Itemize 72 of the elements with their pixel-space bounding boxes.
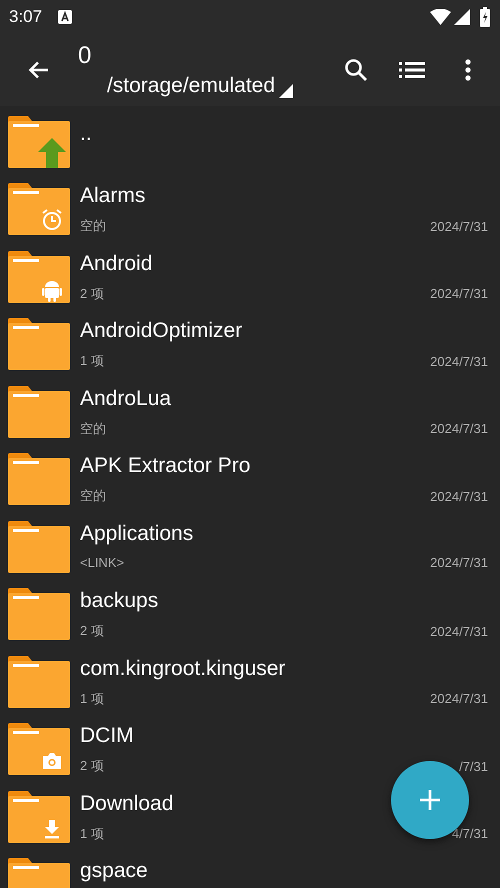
- camera-icon: [43, 753, 61, 769]
- file-name: ..: [80, 122, 92, 146]
- folder-icon: [8, 588, 70, 640]
- file-row[interactable]: Download 1 项 4/7/31: [0, 786, 500, 853]
- file-row[interactable]: AndroidOptimizer 1 项 2024/7/31: [0, 313, 500, 380]
- alarm-clock-icon: [42, 209, 62, 230]
- file-name: gspace: [80, 859, 148, 883]
- modified-date: 2024/7/31: [430, 354, 488, 368]
- search-icon: [344, 58, 368, 82]
- file-row[interactable]: Applications <LINK> 2024/7/31: [0, 516, 500, 583]
- folder-icon: [8, 520, 70, 572]
- file-row[interactable]: Alarms 空的 2024/7/31: [0, 178, 500, 246]
- file-name: AndroidOptimizer: [80, 319, 242, 343]
- file-name: Applications: [80, 522, 194, 546]
- notification-icon: [58, 10, 72, 24]
- folder-icon: [8, 790, 70, 842]
- folder-icon: [8, 386, 70, 438]
- dropdown-triangle-icon: [279, 84, 294, 98]
- battery-icon: [480, 7, 490, 27]
- file-name: APK Extractor Pro: [80, 454, 250, 478]
- file-name: Alarms: [80, 184, 146, 208]
- file-row[interactable]: backups 2 项 2024/7/31: [0, 583, 500, 650]
- signal-icon: [454, 9, 470, 25]
- item-count: 2 项: [80, 284, 104, 302]
- folder-icon: [8, 250, 70, 302]
- file-row[interactable]: APK Extractor Pro 空的 2024/7/31: [0, 448, 500, 516]
- modified-date: 2024/7/31: [430, 554, 488, 570]
- item-count: 2 项: [80, 622, 104, 640]
- file-row[interactable]: AndroLua 空的 2024/7/31: [0, 380, 500, 448]
- android-icon: [42, 280, 62, 302]
- file-name: Download: [80, 792, 174, 816]
- modified-date: 2024/7/31: [430, 421, 488, 436]
- item-count: 空的: [80, 420, 106, 438]
- item-count: 空的: [80, 487, 106, 505]
- folder-icon: [8, 453, 70, 505]
- status-time: 3:07: [9, 7, 42, 27]
- item-count: <LINK>: [80, 554, 124, 570]
- plus-icon: [420, 790, 440, 810]
- modified-date: 2024/7/31: [430, 488, 488, 504]
- folder-icon: [8, 656, 70, 708]
- folder-icon: [8, 723, 70, 775]
- folder-icon: [8, 183, 70, 235]
- file-row[interactable]: DCIM 2 项 /7/31: [0, 718, 500, 786]
- path-dropdown[interactable]: /storage/emulated: [78, 74, 322, 98]
- file-name: com.kingroot.kinguser: [80, 656, 286, 680]
- file-row[interactable]: gspace: [0, 853, 500, 888]
- modified-date: 4/7/31: [452, 826, 488, 841]
- list-icon: [399, 61, 425, 79]
- download-icon: [45, 820, 59, 838]
- file-name: DCIM: [80, 724, 134, 748]
- modified-date: /7/31: [459, 758, 488, 774]
- wifi-icon: [430, 9, 451, 25]
- up-arrow-icon: [38, 138, 66, 168]
- folder-icon: [8, 318, 70, 370]
- more-options-icon: [465, 59, 471, 81]
- modified-date: 2024/7/31: [430, 286, 488, 301]
- modified-date: 2024/7/31: [430, 624, 488, 638]
- item-count: 2 项: [80, 757, 104, 775]
- item-count: 空的: [80, 217, 106, 235]
- item-count: 1 项: [80, 690, 104, 708]
- file-row[interactable]: ..: [0, 108, 500, 178]
- file-row[interactable]: com.kingroot.kinguser 1 项 2024/7/31: [0, 650, 500, 718]
- item-count: 1 项: [80, 824, 104, 842]
- file-name: Android: [80, 252, 152, 276]
- item-count: 1 项: [80, 352, 104, 370]
- folder-icon: [8, 858, 70, 888]
- modified-date: 2024/7/31: [430, 218, 488, 234]
- file-name: AndroLua: [80, 386, 172, 410]
- toolbar-title: 0: [78, 42, 92, 70]
- modified-date: 2024/7/31: [430, 691, 488, 706]
- file-name: backups: [80, 589, 158, 613]
- file-row[interactable]: Android 2 项 2024/7/31: [0, 246, 500, 313]
